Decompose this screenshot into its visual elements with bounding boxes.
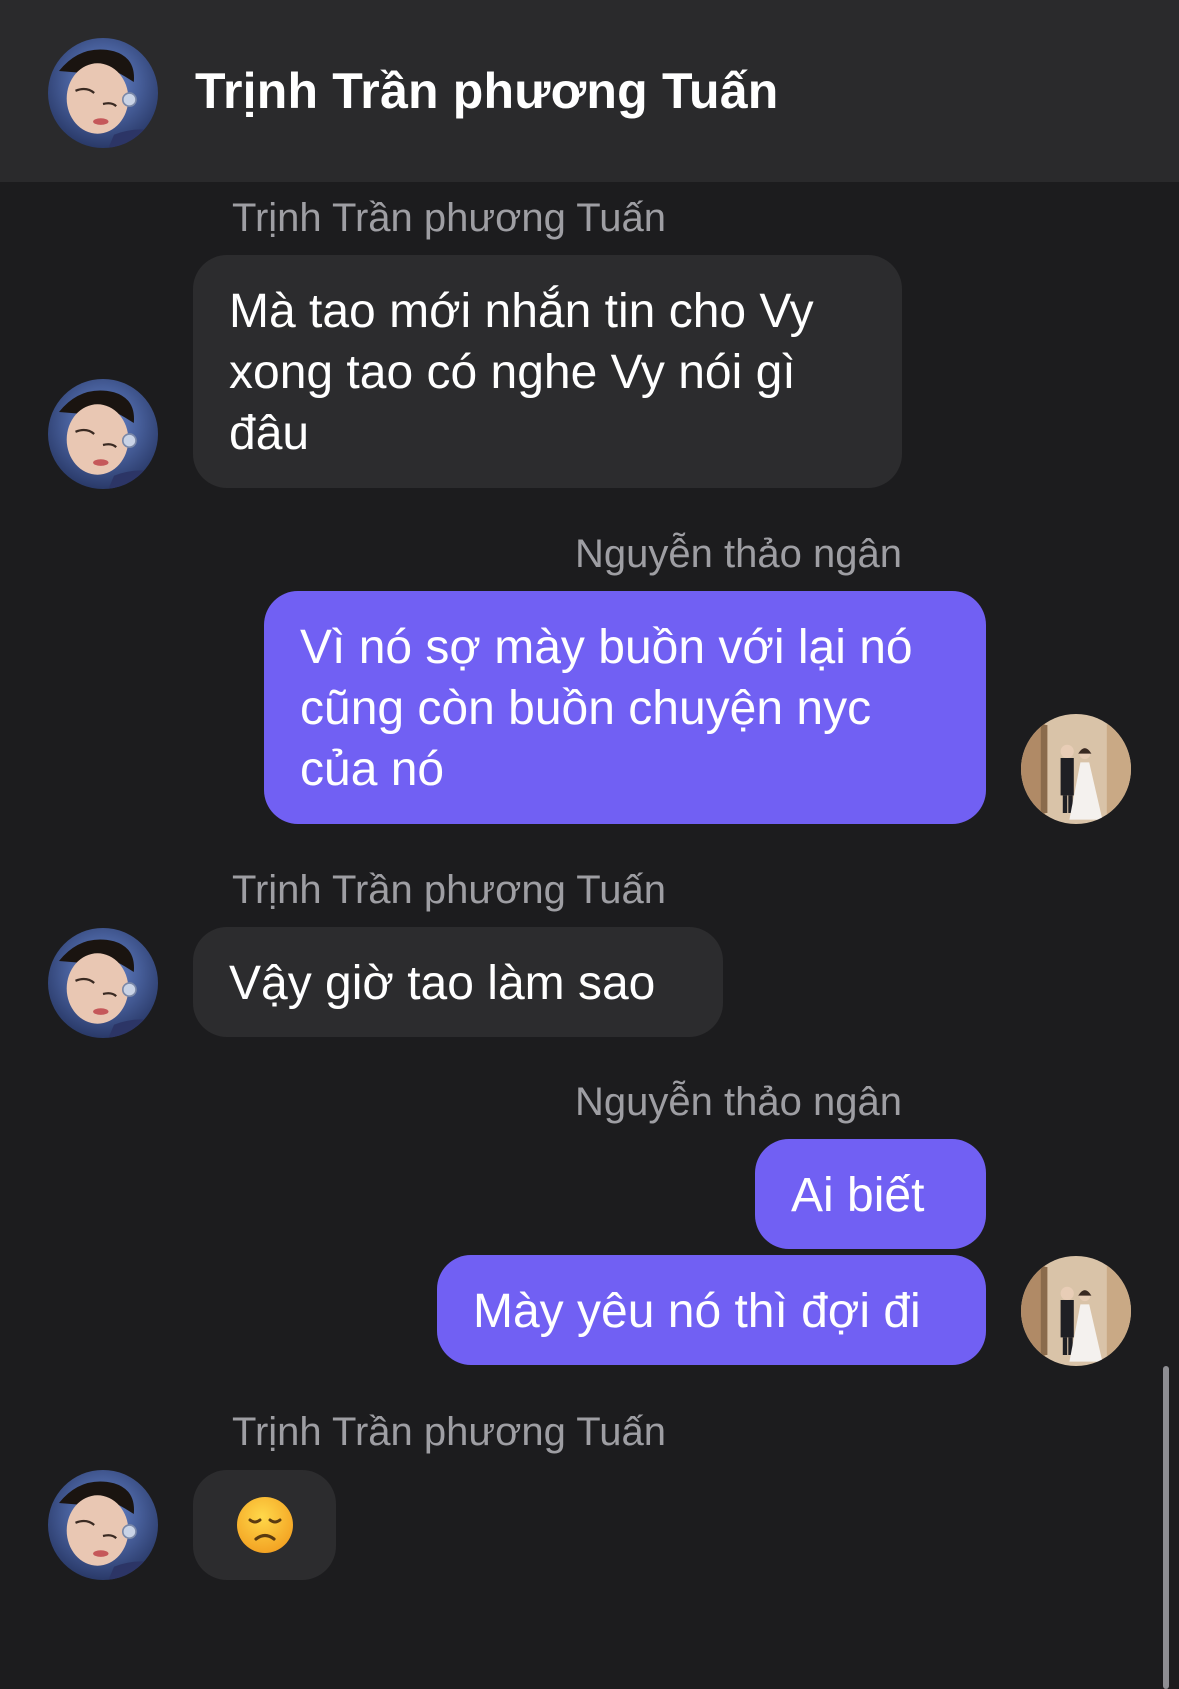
header-title: Trịnh Trần phương Tuấn bbox=[195, 63, 779, 119]
sender-name: Trịnh Trần phương Tuấn bbox=[232, 196, 666, 240]
message-bubble-incoming[interactable] bbox=[193, 1470, 336, 1580]
header-contact-avatar[interactable] bbox=[48, 38, 158, 148]
contact-avatar[interactable] bbox=[48, 379, 158, 489]
sender-name: Trịnh Trần phương Tuấn bbox=[232, 1410, 666, 1454]
sender-name: Nguyễn thảo ngân bbox=[575, 1080, 902, 1124]
contact-avatar[interactable] bbox=[48, 1470, 158, 1580]
scrollbar[interactable] bbox=[1163, 1366, 1169, 1689]
contact-avatar-icon bbox=[48, 1470, 158, 1580]
contact-avatar[interactable] bbox=[48, 928, 158, 1038]
message-bubble-outgoing[interactable]: Mày yêu nó thì đợi đi bbox=[437, 1255, 986, 1365]
user-avatar[interactable] bbox=[1021, 1256, 1131, 1366]
user-avatar-icon bbox=[1021, 1256, 1131, 1366]
message-bubble-incoming[interactable]: Vậy giờ tao làm sao bbox=[193, 927, 723, 1037]
chat-header: Trịnh Trần phương Tuấn bbox=[0, 0, 1179, 182]
message-bubble-outgoing[interactable]: Ai biết bbox=[755, 1139, 986, 1249]
sender-name: Trịnh Trần phương Tuấn bbox=[232, 868, 666, 912]
disappointed-face-icon bbox=[236, 1497, 293, 1553]
message-bubble-outgoing[interactable]: Vì nó sợ mày buồn với lại nó cũng còn bu… bbox=[264, 591, 986, 824]
sender-name: Nguyễn thảo ngân bbox=[575, 532, 902, 576]
user-avatar-icon bbox=[1021, 714, 1131, 824]
contact-avatar-icon bbox=[48, 379, 158, 489]
contact-avatar-icon bbox=[48, 928, 158, 1038]
user-avatar[interactable] bbox=[1021, 714, 1131, 824]
contact-avatar-icon bbox=[48, 38, 158, 148]
message-bubble-incoming[interactable]: Mà tao mới nhắn tin cho Vy xong tao có n… bbox=[193, 255, 902, 488]
chat-screen: Trịnh Trần phương Tuấn Trịnh Trần phương… bbox=[0, 0, 1179, 1689]
